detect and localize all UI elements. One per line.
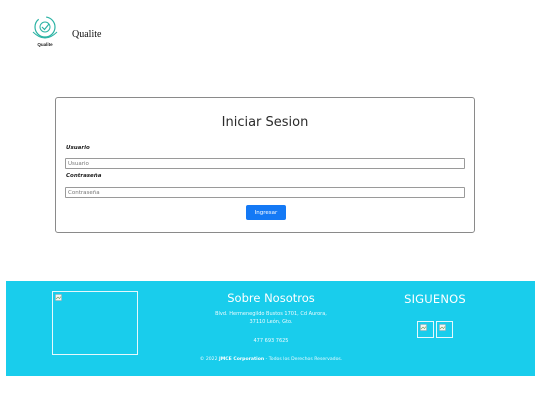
social-link-2[interactable]	[436, 321, 453, 338]
copyright: © 2022 JMCE Corporation - Todos los Dere…	[156, 357, 386, 362]
brand-name: Qualite	[72, 29, 102, 40]
login-title: Iniciar Sesion	[221, 115, 309, 130]
logo-mark-icon	[32, 16, 58, 39]
copyright-suffix: - Todos los Derechos Reservados.	[264, 357, 343, 362]
qualite-logo-icon[interactable]: Qualite	[29, 14, 61, 50]
phone-number: 477 693 7625	[253, 338, 289, 344]
footer: Sobre Nosotros Blvd. Hermenegildo Bustos…	[6, 281, 535, 376]
logo-text: Qualite	[37, 42, 53, 47]
broken-image-icon	[439, 324, 446, 331]
about-address: Blvd. Hermenegildo Bustos 1701, Cd Auror…	[156, 310, 386, 326]
address-line-2: 37110 León, Gto.	[249, 319, 293, 325]
header: Qualite Qualite	[0, 0, 540, 58]
password-label: Contraseña	[66, 173, 102, 179]
user-input[interactable]	[65, 158, 465, 169]
footer-image	[52, 291, 138, 355]
follow-title: SIGUENOS	[404, 292, 466, 306]
password-input[interactable]	[65, 187, 465, 198]
copyright-company: JMCE Corporation	[218, 357, 265, 362]
user-label: Usuario	[66, 145, 90, 151]
about-section: Sobre Nosotros Blvd. Hermenegildo Bustos…	[156, 291, 386, 344]
social-link-1[interactable]	[417, 321, 434, 338]
broken-image-icon	[420, 324, 427, 331]
address-line-1: Blvd. Hermenegildo Bustos 1701, Cd Auror…	[215, 311, 327, 317]
login-button[interactable]: Ingresar	[246, 205, 286, 220]
follow-section: SIGUENOS	[391, 292, 479, 338]
login-card: Iniciar Sesion Usuario Contraseña Ingres…	[55, 97, 475, 233]
copyright-prefix: © 2022	[199, 357, 219, 362]
broken-image-icon	[55, 294, 62, 301]
about-title: Sobre Nosotros	[227, 291, 315, 305]
